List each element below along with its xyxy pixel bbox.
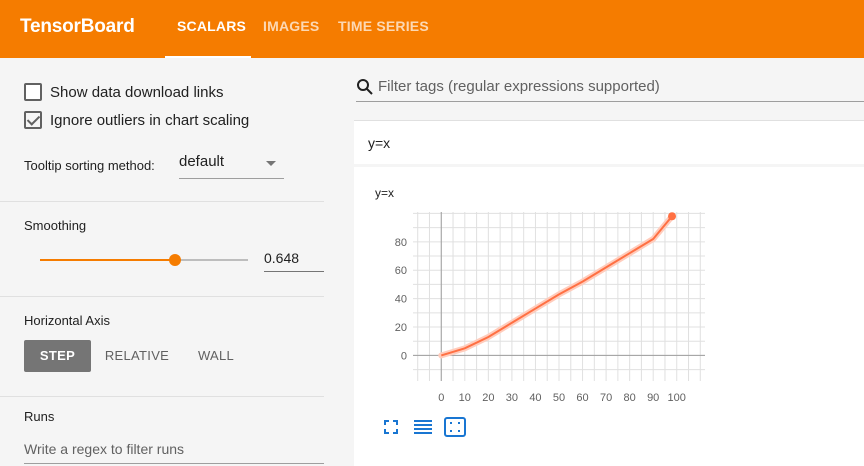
tab-images[interactable]: IMAGES [263,18,319,34]
divider [0,201,324,202]
y-tick-label: 0 [401,350,407,362]
y-tick-label: 40 [395,294,407,306]
top-app-bar: TensorBoard SCALARS IMAGES TIME SERIES [0,0,864,58]
search-icon [357,79,373,95]
chart-ticks: 0 10 20 30 40 50 60 70 80 90 100 0 20 40 60 80 [395,237,686,404]
series-halo [438,213,676,359]
tab-time-series[interactable]: TIME SERIES [338,18,429,34]
x-tick-label: 60 [576,392,588,404]
sidebar: Show data download links Ignore outliers… [0,58,340,466]
ignore-outliers-checkbox[interactable] [24,111,42,129]
tag-filter-placeholder: Filter tags (regular expressions support… [378,78,660,95]
data-table-icon[interactable] [414,420,432,434]
show-download-links-label: Show data download links [50,83,224,101]
main-content: Filter tags (regular expressions support… [340,58,864,466]
x-tick-label: 70 [600,392,612,404]
smoothing-value-input[interactable]: 0.648 [264,248,324,272]
x-tick-label: 90 [647,392,659,404]
x-tick-label: 80 [624,392,636,404]
fullscreen-icon[interactable] [384,420,398,434]
smoothing-slider-thumb[interactable] [168,254,181,266]
line-chart[interactable]: 0 10 20 30 40 50 60 70 80 90 100 0 20 40 60 80 [354,167,864,417]
show-download-links-option[interactable]: Show data download links [24,83,223,101]
y-tick-label: 60 [395,265,407,277]
axis-wall-button[interactable]: WALL [186,340,246,372]
tooltip-sorting-value: default [179,153,225,170]
divider [0,296,324,297]
show-download-links-checkbox[interactable] [24,83,42,101]
axis-relative-button[interactable]: RELATIVE [100,340,174,372]
horizontal-axis-label: Horizontal Axis [24,313,110,328]
ignore-outliers-label: Ignore outliers in chart scaling [50,111,250,129]
x-tick-label: 40 [529,392,541,404]
series-end-point [668,212,677,221]
tag-filter-input[interactable]: Filter tags (regular expressions support… [356,74,864,102]
scalar-chart-card: y=x 0 10 20 30 40 50 60 70 80 90 100 0 20 40 60 80 [354,167,864,466]
fit-domain-icon[interactable] [444,417,466,437]
x-tick-label: 50 [553,392,565,404]
x-tick-label: 100 [668,392,686,404]
tooltip-sorting-label: Tooltip sorting method: [24,158,155,173]
x-tick-label: 10 [459,392,471,404]
ignore-outliers-option[interactable]: Ignore outliers in chart scaling [24,111,249,129]
divider [0,396,324,397]
chevron-down-icon [266,161,276,166]
tag-group-header[interactable]: y=x [354,120,864,164]
brand-title: TensorBoard [20,16,135,37]
x-tick-label: 30 [506,392,518,404]
y-tick-label: 80 [395,237,407,249]
series-line [440,215,673,357]
axis-step-button[interactable]: STEP [24,340,91,372]
x-tick-label: 0 [438,392,444,404]
tag-group-name: y=x [368,135,391,151]
y-tick-label: 20 [395,322,407,334]
smoothing-slider-fill [40,259,175,261]
tab-scalars[interactable]: SCALARS [177,18,246,34]
x-tick-label: 20 [482,392,494,404]
runs-filter-input[interactable]: Write a regex to filter runs [24,438,324,464]
smoothing-label: Smoothing [24,218,87,233]
tooltip-sorting-select[interactable]: default [179,153,284,179]
runs-label: Runs [24,409,55,424]
